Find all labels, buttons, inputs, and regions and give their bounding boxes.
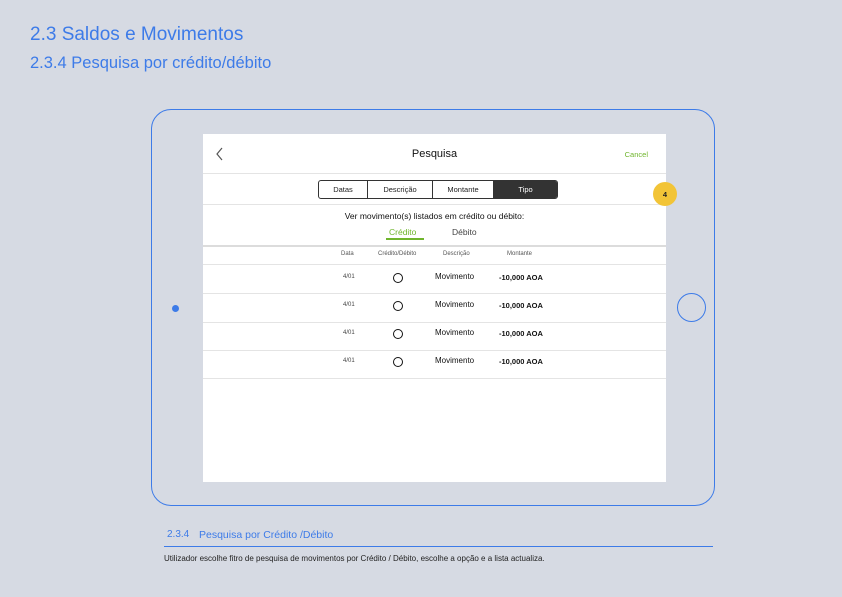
row-date: 4/01 <box>343 274 355 280</box>
row-divider <box>203 378 666 379</box>
app-screen: Pesquisa Cancel Datas Descrição Montante… <box>203 134 666 482</box>
caption-description: Utilizador escolhe fitro de pesquisa de … <box>164 554 545 563</box>
camera-icon <box>172 305 179 312</box>
row-date: 4/01 <box>343 330 355 336</box>
options-divider <box>203 245 666 247</box>
caption-number: 2.3.4 <box>167 529 190 540</box>
circle-icon <box>393 301 403 311</box>
row-amount: -10,000 AOA <box>499 301 543 310</box>
table-row[interactable]: 4/01 Movimento -10,000 AOA <box>203 323 666 351</box>
segment-divider <box>203 204 666 205</box>
table-row[interactable]: 4/01 Movimento -10,000 AOA <box>203 351 666 379</box>
circle-icon <box>393 329 403 339</box>
table-row[interactable]: 4/01 Movimento -10,000 AOA <box>203 265 666 293</box>
filter-prompt: Ver movimento(s) listados em crédito ou … <box>344 211 525 221</box>
caption-title: Pesquisa por Crédito /Débito <box>199 529 334 541</box>
table-row[interactable]: 4/01 Movimento -10,000 AOA <box>203 294 666 322</box>
cancel-button[interactable]: Cancel <box>625 150 648 159</box>
row-amount: -10,000 AOA <box>499 273 543 282</box>
segment-tipo[interactable]: Tipo <box>494 181 557 198</box>
segment-descricao[interactable]: Descrição <box>368 181 433 198</box>
column-header-data: Data <box>341 251 354 257</box>
row-amount: -10,000 AOA <box>499 357 543 366</box>
section-title: 2.3 Saldos e Movimentos <box>30 24 244 45</box>
row-description: Movimento <box>435 356 475 365</box>
filter-segmented-control: Datas Descrição Montante Tipo <box>318 180 558 199</box>
option-debito[interactable]: Débito <box>452 227 477 237</box>
caption-divider <box>164 546 713 547</box>
row-date: 4/01 <box>343 302 355 308</box>
nav-title: Pesquisa <box>411 148 458 160</box>
row-description: Movimento <box>435 272 475 281</box>
option-credito[interactable]: Crédito <box>389 227 416 237</box>
nav-divider <box>203 173 666 174</box>
row-date: 4/01 <box>343 358 355 364</box>
column-header-descricao: Descrição <box>443 251 470 257</box>
selected-underline <box>386 238 424 240</box>
segment-datas[interactable]: Datas <box>319 181 368 198</box>
row-description: Movimento <box>435 300 475 309</box>
row-description: Movimento <box>435 328 475 337</box>
subsection-title: 2.3.4 Pesquisa por crédito/débito <box>30 54 272 72</box>
row-amount: -10,000 AOA <box>499 329 543 338</box>
segment-montante[interactable]: Montante <box>433 181 494 198</box>
column-header-credito-debito: Crédito/Débito <box>378 251 417 257</box>
circle-icon <box>393 273 403 283</box>
home-button[interactable] <box>677 293 706 322</box>
circle-icon <box>393 357 403 367</box>
column-header-montante: Montante <box>507 251 533 257</box>
step-badge: 4 <box>653 182 677 206</box>
